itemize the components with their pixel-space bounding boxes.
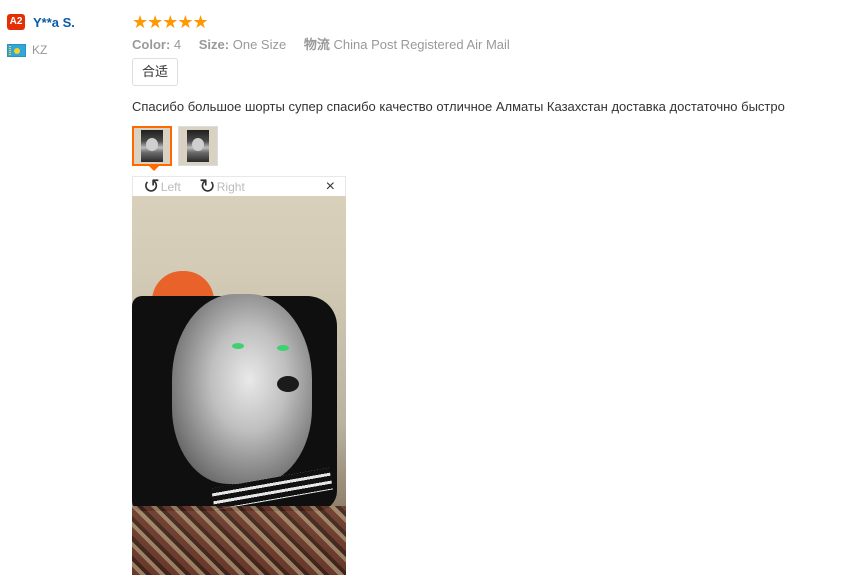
review-thumbnail-2[interactable] xyxy=(178,126,218,166)
order-attributes: Color: 4 Size: One Size 物流 China Post Re… xyxy=(132,36,832,54)
attr-size-value: One Size xyxy=(232,37,287,52)
buyer-level-badge: A2 xyxy=(7,14,25,30)
close-icon[interactable]: × xyxy=(326,178,335,196)
rotate-left-button[interactable]: ↺ Left xyxy=(143,177,181,197)
attr-color-value: 4 xyxy=(173,37,182,52)
attr-logistics-value: China Post Registered Air Mail xyxy=(333,37,510,52)
rotate-left-label: Left xyxy=(160,180,181,194)
viewer-toolbar: ↺ Left ↻ Right × xyxy=(132,176,346,197)
attr-size-key: Size: xyxy=(198,37,230,52)
country-code: KZ xyxy=(32,43,48,57)
kazakhstan-flag-icon xyxy=(7,43,26,57)
reviewer-name-row: A2 Y**a S. xyxy=(7,12,122,32)
rotate-right-icon: ↻ xyxy=(199,176,216,198)
star-rating: ★★★★★ xyxy=(132,12,209,32)
thumbnail-image xyxy=(141,130,163,162)
thumbnail-image xyxy=(187,130,209,162)
rotate-left-icon: ↺ xyxy=(143,176,160,198)
rotate-right-label: Right xyxy=(216,180,245,194)
attr-logistics-key: 物流 xyxy=(303,37,330,52)
active-thumbnail-arrow xyxy=(148,165,160,171)
review-thumbnails xyxy=(132,126,832,171)
image-viewer: ↺ Left ↻ Right × xyxy=(132,176,346,575)
reviewer-name: Y**a S. xyxy=(33,14,75,30)
reviewer-country: KZ xyxy=(7,40,122,60)
reviewer-info: A2 Y**a S. KZ xyxy=(7,12,122,60)
rotate-right-button[interactable]: ↻ Right xyxy=(199,177,245,197)
fit-tag: 合适 xyxy=(132,58,179,86)
review-content: ★★★★★ Color: 4 Size: One Size 物流 China P… xyxy=(132,12,832,171)
review-thumbnail-1[interactable] xyxy=(132,126,172,171)
review-photo xyxy=(132,196,346,575)
review-text: Спасибо большое шорты супер спасибо каче… xyxy=(132,99,785,114)
attr-color-key: Color: xyxy=(132,37,171,52)
